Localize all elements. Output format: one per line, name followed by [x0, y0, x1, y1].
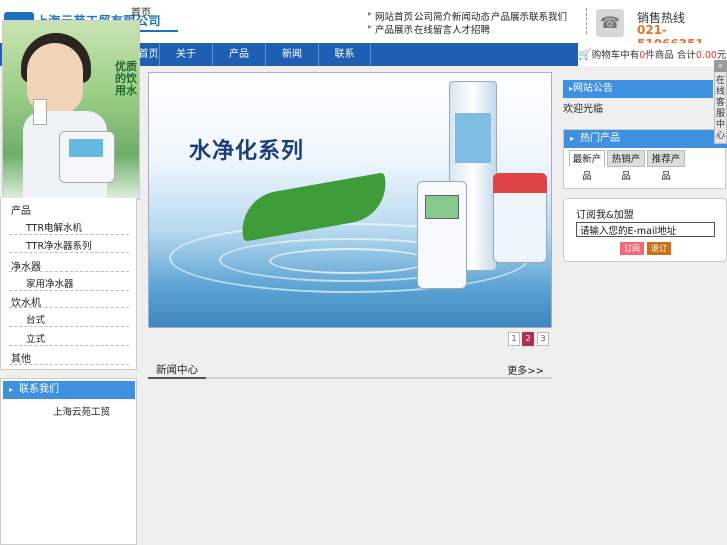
nav-item-contact[interactable]: 联系	[318, 43, 371, 66]
banner-page-3[interactable]: 3	[537, 332, 549, 346]
banner-page-1[interactable]: 1	[508, 332, 520, 346]
contact-box: 联系我们 上海云苑工贸	[0, 378, 137, 545]
news-more-link[interactable]: 更多>>	[507, 362, 544, 377]
tab-recommended-products[interactable]: 推荐产品	[647, 150, 685, 182]
cart-summary[interactable]: 🛒购物车中有0件商品 合计0.00元去结算	[578, 43, 727, 66]
water-glass-icon	[33, 99, 47, 125]
hero-banner[interactable]: 水净化系列	[148, 72, 552, 328]
purifier-tower-window	[455, 113, 491, 163]
top-link-contact[interactable]: 联系我们	[522, 9, 567, 23]
unsubscribe-button[interactable]: 退订	[647, 242, 671, 255]
divider	[9, 307, 129, 308]
banner-page-2[interactable]: 2	[522, 332, 534, 346]
ionizer-unit-screen	[425, 195, 459, 219]
announcement-title: 网站公告	[563, 80, 713, 98]
news-title: 新闻中心	[156, 364, 198, 376]
contact-box-title: 联系我们	[3, 381, 135, 399]
water-ripple	[269, 248, 429, 274]
top-link-jobs[interactable]: 人才招聘	[445, 22, 490, 36]
nav-item-news[interactable]: 新闻	[265, 43, 318, 66]
category-sub-item[interactable]: 台式	[26, 312, 45, 326]
promo-vertical-text: 优质的饮用水	[115, 60, 137, 97]
category-sub-item[interactable]: 立式	[26, 331, 45, 345]
nav-item-products[interactable]: 产品	[212, 43, 265, 66]
purifier-unit-cap	[493, 173, 547, 193]
news-underline	[148, 377, 552, 379]
subscribe-title: 订阅我&加盟	[576, 210, 634, 221]
divider	[9, 252, 129, 253]
collapse-arrow-icon[interactable]: «	[714, 60, 727, 72]
cart-unit: 件商品	[645, 50, 674, 61]
divider	[9, 345, 129, 346]
email-field[interactable]	[576, 222, 715, 237]
cart-label: 购物车中有	[591, 50, 640, 61]
divider	[9, 326, 129, 327]
category-panel: 产品 TTR电解水机 TTR净水器系列 净水器 家用净水器 饮水机 台式 立式 …	[0, 198, 137, 370]
banner-title: 水净化系列	[189, 139, 305, 164]
category-products[interactable]: 产品	[11, 202, 31, 217]
category-sub-item[interactable]: TTR电解水机	[26, 220, 82, 234]
home-link[interactable]: 首页	[131, 4, 151, 19]
contact-box-text: 上海云苑工贸	[53, 407, 111, 418]
hot-products-box: 热门产品 最新产品 热销产品 推荐产品	[563, 129, 727, 189]
category-other[interactable]: 其他	[11, 350, 31, 365]
divider	[9, 271, 129, 272]
nav-item-home[interactable]: 首页	[137, 43, 159, 66]
hot-products-title: 热门产品	[564, 130, 727, 148]
subscribe-button[interactable]: 订阅	[620, 242, 644, 255]
promo-device-screen	[69, 139, 103, 157]
phone-icon: ☎	[596, 9, 624, 37]
divider	[9, 290, 129, 291]
header-divider	[586, 8, 587, 34]
online-service-label: 在线客服中心	[716, 76, 726, 141]
news-section-header: 新闻中心 更多>>	[148, 356, 552, 380]
cart-total-label: 合计	[676, 50, 696, 61]
announcement-body: 欢迎光临	[563, 104, 603, 115]
category-sub-item[interactable]: 家用净水器	[26, 276, 74, 290]
subscribe-box: 订阅我&加盟 订阅 退订	[563, 198, 727, 262]
divider	[9, 234, 129, 235]
promo-photo[interactable]: 优质的饮用水	[2, 20, 140, 200]
divider	[9, 364, 129, 365]
category-sub-item[interactable]: TTR净水器系列	[26, 238, 92, 252]
cart-icon: 🛒	[578, 48, 592, 61]
news-underline-active	[148, 377, 206, 379]
tab-latest-products[interactable]: 最新产品	[569, 150, 605, 182]
tab-hot-products[interactable]: 热销产品	[607, 150, 645, 182]
nav-item-about[interactable]: 关于	[159, 43, 212, 66]
